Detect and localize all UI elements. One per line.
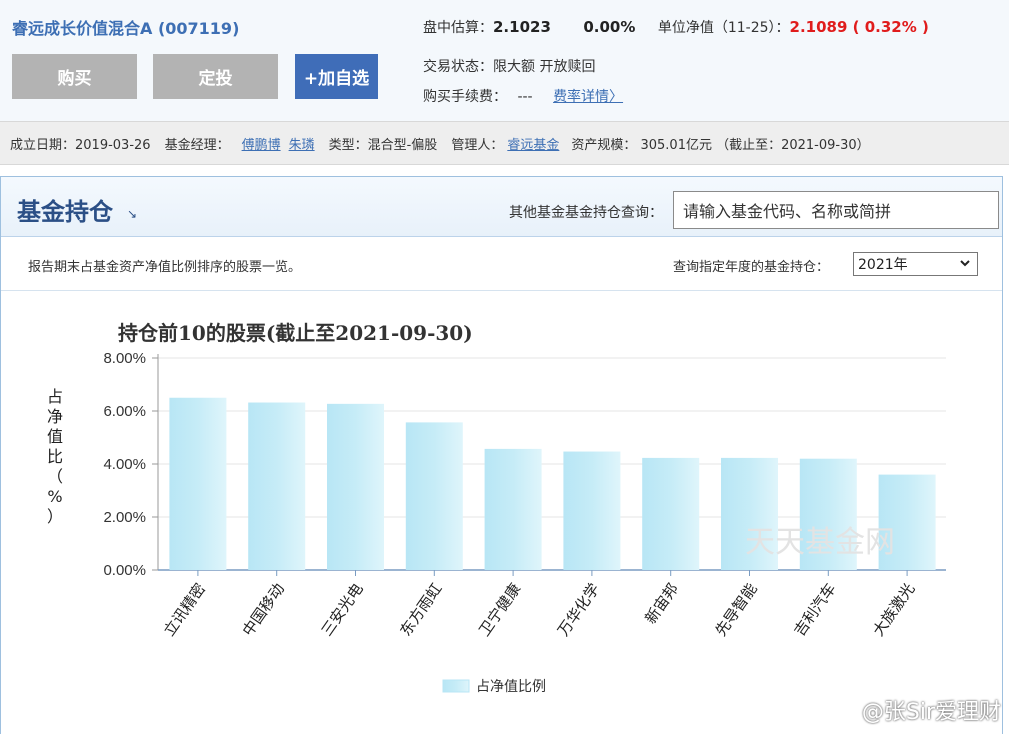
- y-tick-label: 6.00%: [103, 403, 146, 420]
- y-tick-label: 2.00%: [103, 509, 146, 526]
- chevron-down-icon: [959, 256, 971, 273]
- x-tick-label: 大族激光: [869, 580, 918, 639]
- estimate-value: 2.1023: [493, 18, 551, 36]
- weibo-watermark: @张Sir爱理财: [861, 700, 1001, 725]
- y-axis-label-char: %: [47, 487, 62, 506]
- bar: [169, 397, 227, 570]
- x-tick-label: 中国移动: [239, 580, 288, 639]
- bar: [563, 451, 621, 570]
- y-axis-label-char: 净: [47, 407, 63, 426]
- buy-button[interactable]: 购买: [12, 54, 137, 99]
- y-axis-label-char: （: [47, 467, 63, 486]
- y-tick-label: 8.00%: [103, 350, 146, 367]
- trade-status: 交易状态：限大额 开放赎回: [423, 59, 596, 75]
- year-select-label: 查询指定年度的基金持仓：: [673, 260, 830, 275]
- bar: [484, 448, 542, 570]
- year-select[interactable]: 2021年: [853, 252, 978, 276]
- x-tick-label: 万华化学: [554, 580, 603, 639]
- legend-swatch: [442, 679, 470, 693]
- x-tick-label: 先导智能: [712, 580, 761, 639]
- nav-label: 单位净值（11-25）：: [657, 20, 790, 36]
- holdings-header: 基金持仓 ↘ 其他基金基金持仓查询： 请输入基金代码、名称或简拼: [1, 177, 1002, 237]
- chart-title: 持仓前10的股票(截止至2021-09-30): [118, 321, 473, 345]
- x-tick-label: 卫宁健康: [475, 580, 524, 639]
- holdings-description: 报告期末占基金资产净值比例排序的股票一览。: [28, 260, 302, 275]
- y-axis-label-char: 值: [47, 427, 63, 446]
- asset-size: 资产规模： 305.01亿元 （截止至：2021-09-30）: [571, 137, 870, 153]
- x-tick-label: 吉利汽车: [790, 580, 839, 639]
- fund-type: 类型：混合型-偏股: [328, 137, 438, 153]
- y-tick-label: 0.00%: [103, 562, 146, 579]
- x-tick-label: 东方雨虹: [396, 580, 445, 639]
- manager-link-2[interactable]: 朱璘: [289, 134, 315, 153]
- bar: [327, 403, 384, 570]
- estimate-label: 盘中估算：: [423, 20, 493, 36]
- bar: [248, 402, 306, 570]
- legend-label: 占净值比例: [476, 679, 546, 695]
- fund-query-label: 其他基金基金持仓查询：: [509, 205, 663, 221]
- y-tick-label: 4.00%: [103, 456, 146, 473]
- x-tick-label: 三安光电: [318, 580, 367, 639]
- fee-details-link[interactable]: 费率详情〉: [553, 89, 623, 105]
- fund-search-input[interactable]: 请输入基金代码、名称或简拼: [673, 191, 999, 229]
- y-axis-label-char: 占: [47, 387, 63, 406]
- fee-label: 购买手续费：: [423, 89, 507, 105]
- fixed-invest-button[interactable]: 定投: [153, 54, 278, 99]
- custodian-link[interactable]: 睿远基金: [507, 134, 559, 153]
- manager-label: 基金经理：: [164, 137, 230, 153]
- nav-value: 2.1089 ( 0.32% ): [789, 18, 929, 36]
- x-tick-label: 立讯精密: [160, 580, 209, 639]
- holdings-title: 基金持仓: [17, 198, 113, 226]
- chart-watermark: 天天基金网: [745, 525, 895, 560]
- year-select-value: 2021年: [858, 257, 908, 273]
- fund-header: 睿远成长价值混合A (007119) 购买 定投 +加自选 盘中估算：2.102…: [0, 0, 1009, 121]
- fee-value: ---: [517, 89, 533, 105]
- fund-title[interactable]: 睿远成长价值混合A (007119): [12, 15, 239, 39]
- holdings-bar-chart: 持仓前10的股票(截止至2021-09-30) 0.00% 2.00% 4.00% 6.…: [47, 321, 946, 695]
- expand-arrow-icon[interactable]: ↘: [127, 207, 137, 221]
- holdings-subrow: 报告期末占基金资产净值比例排序的股票一览。 查询指定年度的基金持仓： 2021年: [1, 237, 1002, 291]
- x-tick-label: 新宙邦: [641, 580, 682, 627]
- bar: [642, 457, 700, 570]
- y-axis-label-char: ）: [47, 507, 63, 526]
- bar: [405, 422, 463, 570]
- fund-meta-strip: 成立日期：2019-03-26 基金经理： 傅鹏博 朱璘 类型：混合型-偏股 管…: [0, 121, 1009, 165]
- y-axis-label-char: 比: [47, 447, 63, 466]
- custodian-label: 管理人：: [451, 137, 504, 153]
- estimate-change: 0.00%: [583, 18, 636, 36]
- fee-row: 购买手续费： --- 费率详情〉: [423, 86, 623, 106]
- estimate-row: 盘中估算：2.1023 0.00% 单位净值（11-25）：2.1089 ( 0…: [423, 17, 929, 37]
- add-watchlist-button[interactable]: +加自选: [295, 54, 378, 99]
- manager-link-1[interactable]: 傅鹏博: [242, 134, 281, 153]
- established-date: 成立日期：2019-03-26: [10, 137, 151, 153]
